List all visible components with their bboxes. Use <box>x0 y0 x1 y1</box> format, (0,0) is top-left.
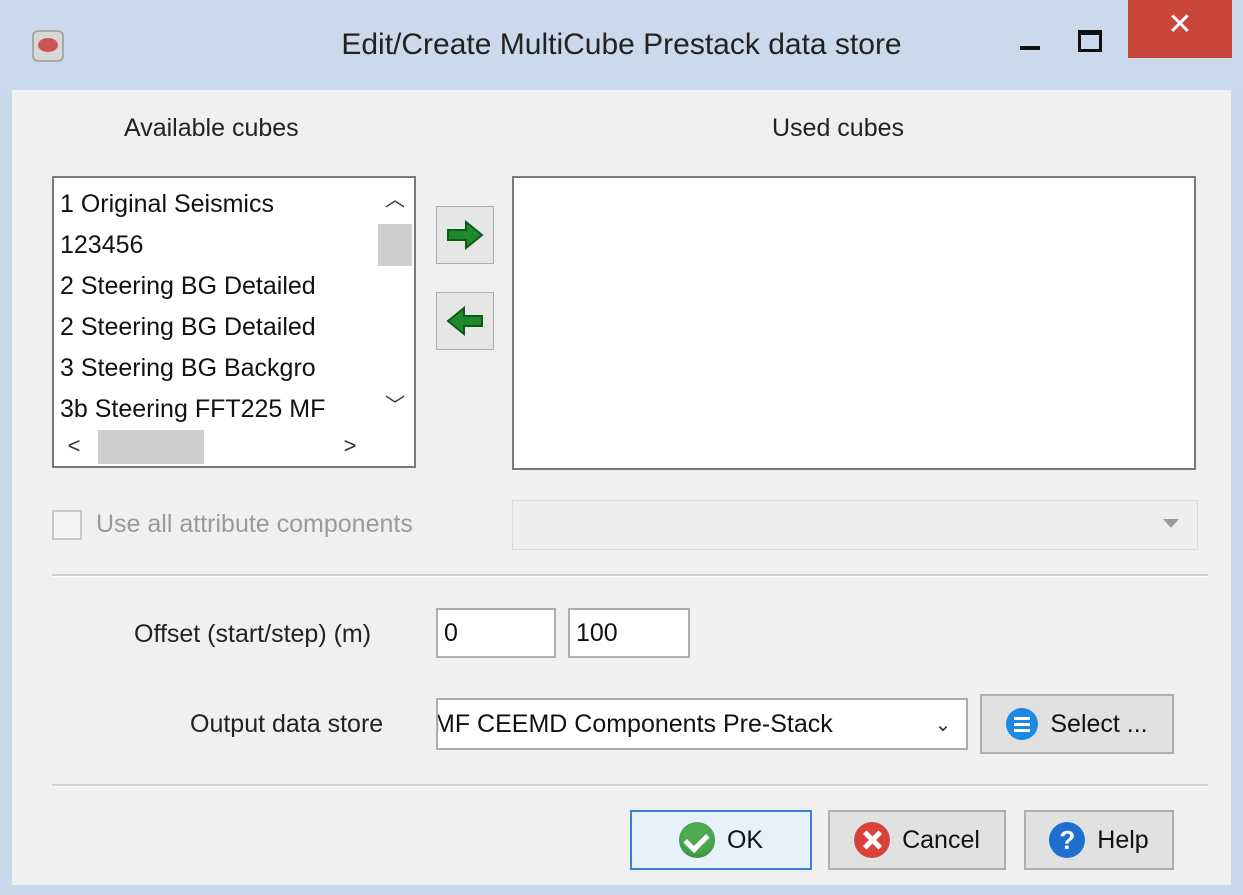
scroll-right-icon[interactable]: > <box>330 426 370 466</box>
available-cubes-items: 1 Original Seismics 123456 2 Steering BG… <box>60 184 376 428</box>
help-button-label: Help <box>1097 825 1149 854</box>
title-bar[interactable]: Edit/Create MultiCube Prestack data stor… <box>0 0 1243 90</box>
select-button-label: Select ... <box>1050 709 1148 738</box>
list-icon <box>1006 708 1039 740</box>
maximize-button[interactable] <box>1066 22 1110 62</box>
add-cube-button[interactable] <box>436 206 494 264</box>
cancel-button[interactable]: Cancel <box>828 810 1006 870</box>
help-button[interactable]: ? Help <box>1024 810 1174 870</box>
scroll-thumb[interactable] <box>378 224 412 266</box>
chevron-down-icon: ⌄ <box>930 706 956 744</box>
scroll-left-icon[interactable]: < <box>54 426 94 466</box>
checkmark-icon <box>678 822 715 858</box>
cancel-icon <box>854 822 891 858</box>
close-button[interactable]: ✕ <box>1128 0 1232 58</box>
available-cubes-list[interactable]: 1 Original Seismics 123456 2 Steering BG… <box>52 176 416 468</box>
window-title: Edit/Create MultiCube Prestack data stor… <box>341 28 902 61</box>
select-button[interactable]: Select ... <box>980 694 1174 754</box>
list-item[interactable]: 2 Steering BG Detailed <box>60 307 376 348</box>
list-item[interactable]: 3b Steering FFT225 MF <box>60 389 376 428</box>
list-item[interactable]: 1 Original Seismics <box>60 184 376 225</box>
output-store-label: Output data store <box>190 710 384 738</box>
output-store-value: MF CEEMD Components Pre-Stack <box>436 710 833 738</box>
divider <box>52 784 1208 787</box>
offset-step-input[interactable]: 100 <box>568 608 690 658</box>
cancel-button-label: Cancel <box>902 825 980 854</box>
scroll-thumb[interactable] <box>98 430 204 464</box>
components-dropdown[interactable] <box>512 500 1198 550</box>
use-all-components-label: Use all attribute components <box>96 510 413 538</box>
horizontal-scrollbar[interactable]: < > <box>54 426 378 466</box>
scroll-down-icon[interactable]: ﹀ <box>376 390 414 422</box>
used-cubes-list[interactable] <box>512 176 1196 470</box>
used-cubes-label: Used cubes <box>772 114 905 142</box>
arrow-right-icon <box>447 220 484 250</box>
chevron-down-icon <box>1163 519 1179 528</box>
ok-button-label: OK <box>726 825 764 854</box>
arrow-left-icon <box>446 306 483 336</box>
scroll-up-icon[interactable]: ︿ <box>376 184 414 216</box>
offset-label: Offset (start/step) (m) <box>134 620 372 648</box>
divider <box>52 574 1208 577</box>
list-item[interactable]: 3 Steering BG Backgro <box>60 348 376 389</box>
use-all-components-checkbox[interactable] <box>52 510 82 540</box>
remove-cube-button[interactable] <box>436 292 494 350</box>
minimize-button[interactable] <box>1010 22 1050 62</box>
help-icon: ? <box>1049 822 1086 858</box>
available-cubes-label: Available cubes <box>124 114 299 142</box>
list-item[interactable]: 2 Steering BG Detailed <box>60 266 376 307</box>
ok-button[interactable]: OK <box>630 810 812 870</box>
offset-start-input[interactable]: 0 <box>436 608 556 658</box>
dialog-body: Available cubes Used cubes 1 Original Se… <box>12 90 1231 885</box>
vertical-scrollbar[interactable]: ︿ ﹀ <box>376 178 414 426</box>
list-item[interactable]: 123456 <box>60 225 376 266</box>
output-store-dropdown[interactable]: MF CEEMD Components Pre-Stack ⌄ <box>436 698 968 750</box>
dialog-window: Edit/Create MultiCube Prestack data stor… <box>0 0 1243 895</box>
